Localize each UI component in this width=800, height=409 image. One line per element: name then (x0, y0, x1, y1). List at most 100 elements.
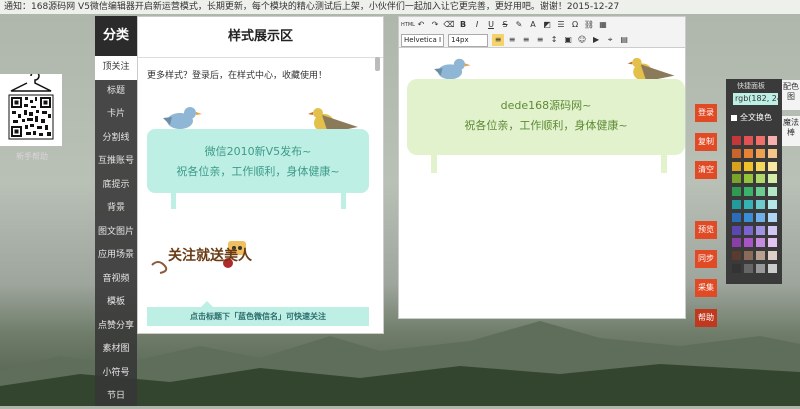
color-swatch[interactable] (744, 161, 753, 171)
nav-item-material[interactable]: 素材图 (95, 338, 137, 362)
color-swatch[interactable] (768, 238, 777, 248)
checkbox-box[interactable] (731, 114, 737, 121)
justify-icon[interactable]: ≡ (534, 34, 546, 46)
font-family-select[interactable]: Helvetica I (401, 33, 445, 47)
color-swatch[interactable] (768, 212, 777, 222)
color-swatch[interactable] (732, 225, 741, 235)
color-swatch[interactable] (768, 199, 777, 209)
follow-hint-bar[interactable]: 点击标题下「蓝色微信名」可快速关注 (147, 307, 369, 326)
copy-button[interactable]: 复制 (695, 133, 717, 151)
color-swatch[interactable] (732, 187, 741, 197)
sample-card[interactable]: 微信2010新V5发布~ 祝各位亲，工作顺利，身体健康~ (147, 129, 369, 193)
nav-item-cross-promo[interactable]: 互推账号 (95, 150, 137, 174)
editor-content-card[interactable]: dede168源码网~ 祝各位亲，工作顺利，身体健康~ (407, 79, 685, 155)
sync-button[interactable]: 同步 (695, 250, 717, 268)
nav-item-divider[interactable]: 分割线 (95, 127, 137, 151)
color-swatch[interactable] (732, 174, 741, 184)
color-swatch[interactable] (732, 161, 741, 171)
color-swatch[interactable] (768, 148, 777, 158)
color-swatch[interactable] (744, 238, 753, 248)
redo-icon[interactable]: ↷ (429, 19, 441, 31)
nav-item-image-text[interactable]: 图文图片 (95, 221, 137, 245)
align-right-icon[interactable]: ≡ (520, 34, 532, 46)
html-source-icon[interactable]: HTML (401, 19, 415, 31)
color-swatch[interactable] (756, 161, 765, 171)
video-icon[interactable]: ▶ (590, 34, 602, 46)
table-icon[interactable]: ▦ (597, 19, 609, 31)
color-swatch[interactable] (732, 212, 741, 222)
strikethrough-icon[interactable]: S (499, 19, 511, 31)
color-swatch[interactable] (768, 263, 777, 273)
color-swatch[interactable] (732, 251, 741, 261)
scrollbar[interactable] (375, 57, 380, 71)
color-swatch[interactable] (756, 263, 765, 273)
nav-item-title[interactable]: 标题 (95, 80, 137, 104)
nav-item-background[interactable]: 背景 (95, 197, 137, 221)
color-swatch[interactable] (732, 263, 741, 273)
color-swatch[interactable] (744, 187, 753, 197)
color-swatch[interactable] (744, 136, 753, 145)
nav-item-holiday[interactable]: 节日 (95, 385, 137, 409)
color-swatch[interactable] (732, 148, 741, 158)
color-swatch[interactable] (744, 225, 753, 235)
omega-symbol-icon[interactable]: Ω (569, 19, 581, 31)
tab-magic-wand[interactable]: 魔法棒 (782, 116, 800, 146)
image-icon[interactable]: ▣ (562, 34, 574, 46)
nav-item-top-follow[interactable]: 顶关注 (95, 56, 137, 80)
color-swatch[interactable] (744, 251, 753, 261)
color-swatch[interactable] (756, 174, 765, 184)
color-swatch[interactable] (744, 174, 753, 184)
italic-icon[interactable]: I (471, 19, 483, 31)
nav-item-symbols[interactable]: 小符号 (95, 362, 137, 386)
color-swatch[interactable] (756, 212, 765, 222)
color-swatch[interactable] (756, 199, 765, 209)
underline-icon[interactable]: U (485, 19, 497, 31)
eraser-icon[interactable]: ⌫ (443, 19, 455, 31)
preview-icon[interactable]: ▤ (618, 34, 630, 46)
preview-button[interactable]: 预览 (695, 221, 717, 239)
list-icon[interactable]: ☰ (555, 19, 567, 31)
link-icon[interactable]: ⛓ (583, 19, 595, 31)
format-painter-icon[interactable]: ✎ (513, 19, 525, 31)
nav-item-scene[interactable]: 应用场景 (95, 244, 137, 268)
color-swatch[interactable] (756, 238, 765, 248)
undo-icon[interactable]: ↶ (415, 19, 427, 31)
bold-icon[interactable]: B (457, 19, 469, 31)
align-center-icon[interactable]: ≡ (506, 34, 518, 46)
color-swatch[interactable] (744, 148, 753, 158)
login-button[interactable]: 登录 (695, 104, 717, 122)
color-swatch[interactable] (768, 174, 777, 184)
tab-color-scheme[interactable]: 配色图 (782, 80, 800, 110)
color-swatch[interactable] (732, 199, 741, 209)
color-swatch[interactable] (732, 238, 741, 248)
color-swatch[interactable] (756, 148, 765, 158)
color-swatch[interactable] (768, 187, 777, 197)
highlight-color-icon[interactable]: ◩ (541, 19, 553, 31)
clear-button[interactable]: 清空 (695, 161, 717, 179)
color-swatch[interactable] (744, 199, 753, 209)
color-swatch[interactable] (768, 136, 777, 145)
recolor-all-checkbox[interactable]: 全文换色 (731, 112, 772, 123)
color-swatch[interactable] (744, 263, 753, 273)
map-icon[interactable]: ⌖ (604, 34, 616, 46)
color-swatch[interactable] (756, 187, 765, 197)
nav-item-card[interactable]: 卡片 (95, 103, 137, 127)
collect-button[interactable]: 采集 (695, 279, 717, 297)
color-swatch[interactable] (768, 225, 777, 235)
color-swatch[interactable] (744, 212, 753, 222)
color-swatch[interactable] (756, 225, 765, 235)
nav-item-media[interactable]: 音视频 (95, 268, 137, 292)
font-color-icon[interactable]: A (527, 19, 539, 31)
nav-item-like-share[interactable]: 点赞分享 (95, 315, 137, 339)
nav-item-template[interactable]: 模板 (95, 291, 137, 315)
color-swatch[interactable] (732, 136, 741, 145)
color-swatch[interactable] (756, 251, 765, 261)
help-button[interactable]: 帮助 (695, 309, 717, 327)
nav-item-bottom-tip[interactable]: 底提示 (95, 174, 137, 198)
color-swatch[interactable] (756, 136, 765, 145)
align-left-icon[interactable]: ≡ (492, 34, 505, 46)
rgb-value-field[interactable]: rgb(182, 24 (733, 93, 778, 105)
color-swatch[interactable] (768, 251, 777, 261)
line-spacing-icon[interactable]: ↕ (548, 34, 560, 46)
color-swatch[interactable] (768, 161, 777, 171)
